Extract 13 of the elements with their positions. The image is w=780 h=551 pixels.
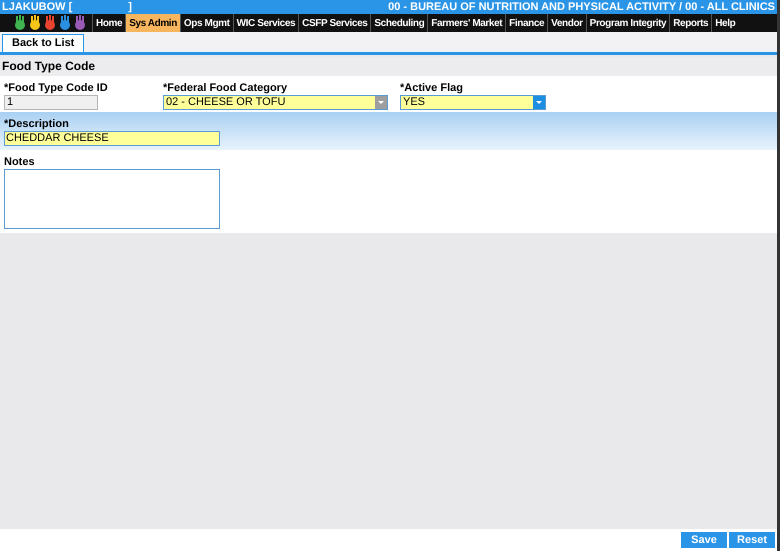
back-to-list-tab[interactable]: Back to List [2, 34, 84, 52]
field-label: *Description [4, 118, 70, 131]
nav-tab[interactable]: Sys Admin [125, 14, 180, 32]
notes-field[interactable] [4, 169, 220, 229]
agency-text: 00 - BUREAU OF NUTRITION AND PHYSICAL ACTIVITY / 00 - ALL CLINICS [388, 0, 775, 14]
dropdown-field[interactable]: YES [400, 95, 546, 110]
field-label: Notes [4, 156, 36, 169]
field-label: *Food Type Code ID [4, 82, 109, 95]
user-name: LJAKUBOW [ [2, 0, 72, 14]
bracket-text: ] [128, 0, 132, 14]
field-label: *Active Flag [400, 82, 464, 95]
field-label: *Federal Food Category [163, 82, 288, 95]
description-field[interactable]: CHEDDAR CHEESE [4, 131, 220, 146]
